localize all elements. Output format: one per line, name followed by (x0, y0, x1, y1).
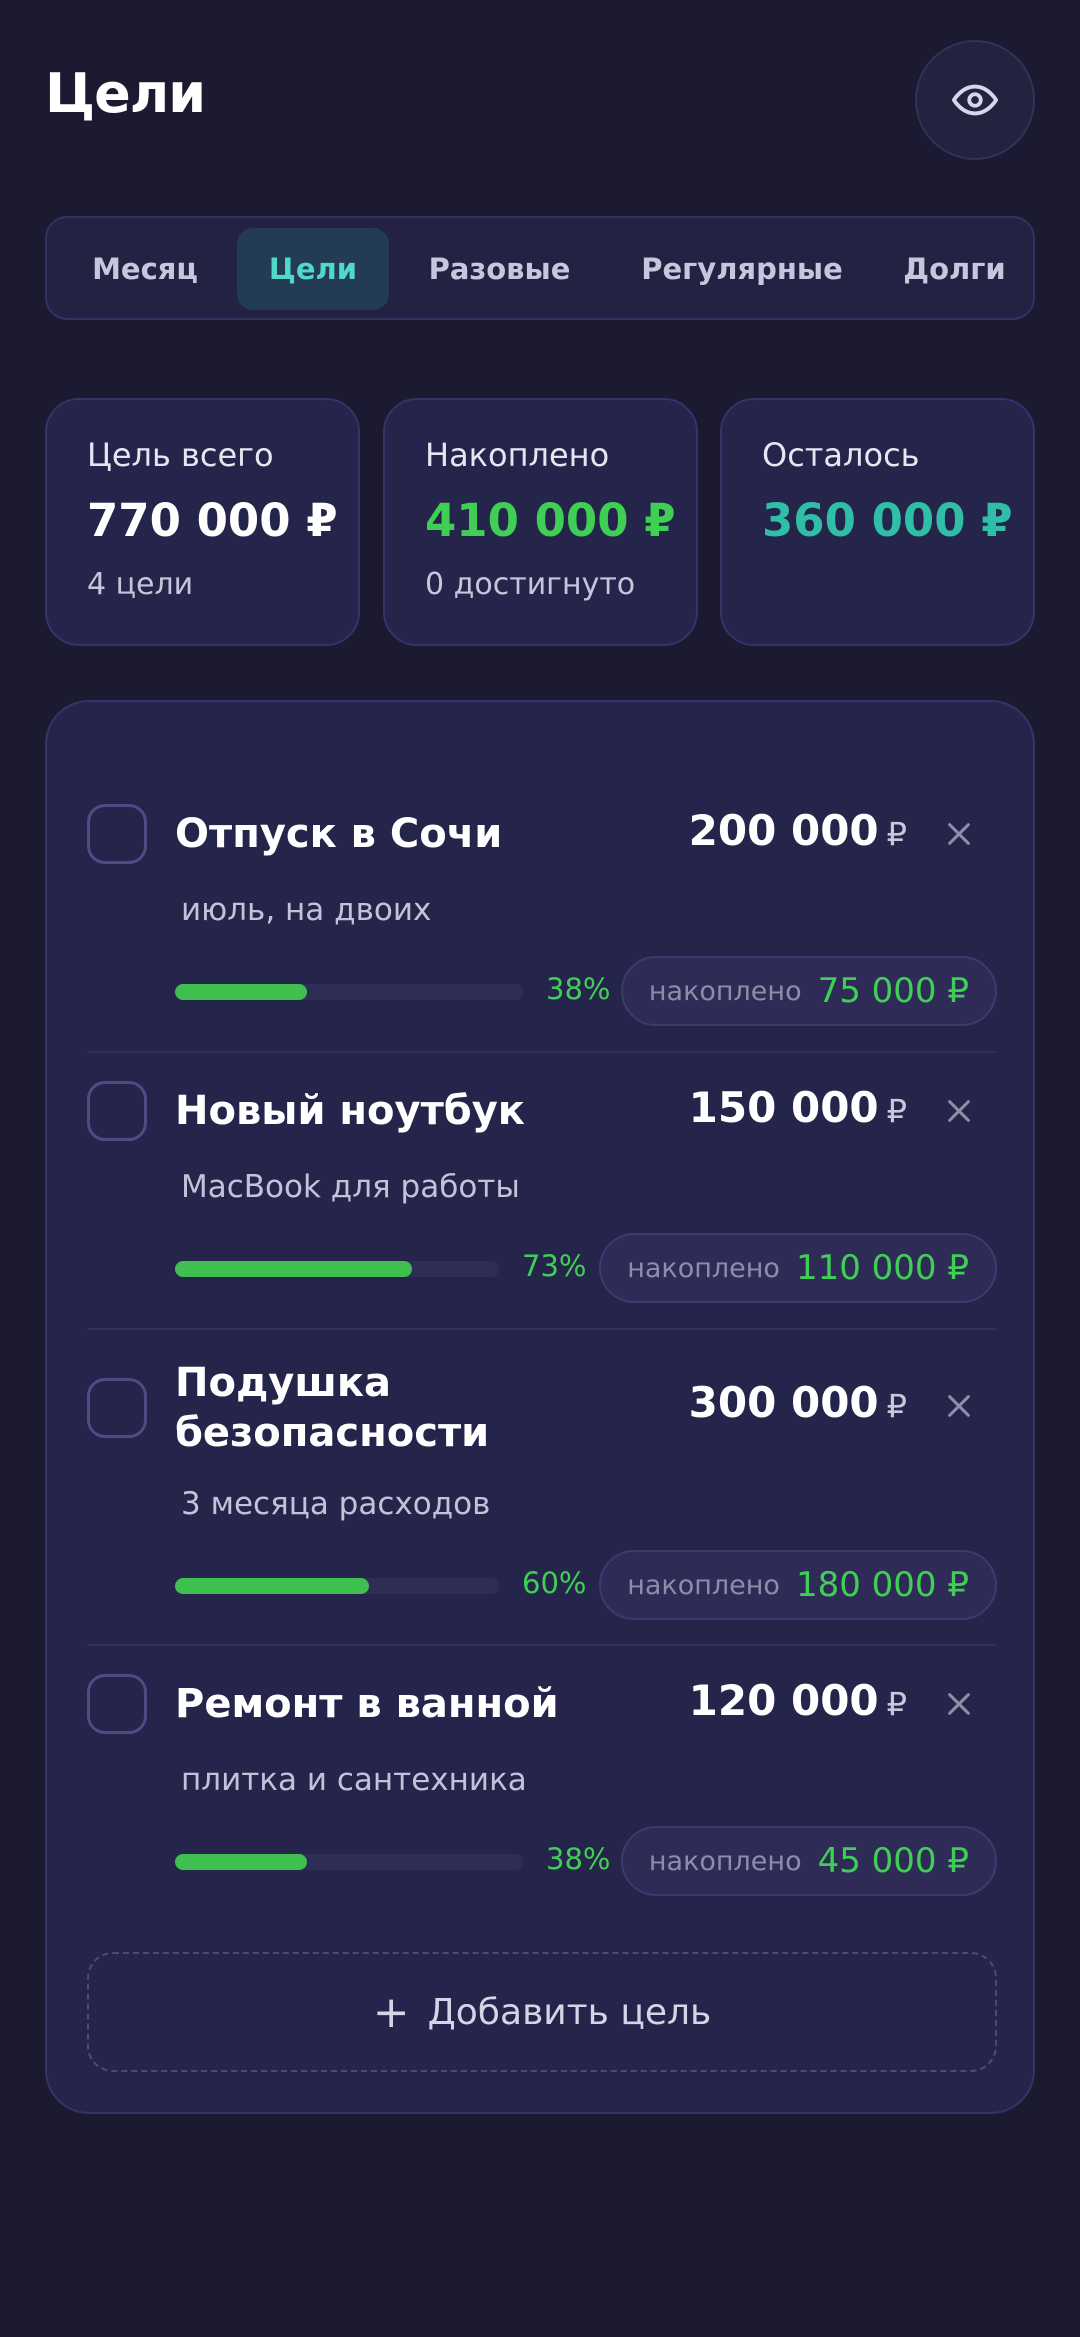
tab-bar: Месяц Цели Разовые Регулярные Долги (45, 216, 1035, 320)
goal-amount-value: 120 000 (688, 1676, 879, 1725)
saved-value: 180 000 ₽ (795, 1565, 969, 1605)
goals-list-panel: Отпуск в Сочи 200 000 ₽ июль, на двоих 38… (45, 700, 1035, 2114)
goal-currency: ₽ (886, 1387, 907, 1425)
saved-amount-pill: накоплено 110 000 ₽ (599, 1233, 997, 1303)
close-icon[interactable] (939, 1091, 979, 1131)
goal-title: Подушка безопасности (175, 1360, 490, 1456)
saved-amount-pill: накоплено 75 000 ₽ (620, 956, 997, 1026)
progress-bar (175, 984, 523, 1000)
goal-checkbox[interactable] (87, 1081, 147, 1141)
goal-amount: 150 000 ₽ (689, 1083, 907, 1132)
stat-subtext: 4 цели (87, 567, 194, 602)
saved-label: накоплено (648, 975, 802, 1007)
page-title: Цели (45, 62, 206, 125)
saved-label: накоплено (648, 1845, 802, 1877)
saved-value: 45 000 ₽ (817, 1841, 969, 1881)
close-icon[interactable] (939, 1684, 979, 1724)
goal-title: Новый ноутбук (175, 1088, 525, 1134)
tab-debts[interactable]: Долги (882, 228, 1027, 310)
progress-percent: 60% (522, 1566, 587, 1600)
goal-amount-value: 150 000 (688, 1083, 879, 1132)
stat-card-saved: Накоплено 410 000 ₽ 0 достигнуто (383, 398, 698, 646)
tab-one-time[interactable]: Разовые (412, 228, 587, 310)
stat-label: Осталось (762, 436, 920, 474)
goal-note: 3 месяца расходов (181, 1486, 491, 1522)
visibility-toggle-button[interactable] (915, 40, 1035, 160)
goal-amount: 300 000 ₽ (689, 1378, 907, 1427)
progress-fill (175, 1854, 308, 1870)
progress-percent: 38% (546, 1842, 611, 1876)
divider (87, 1051, 997, 1053)
add-goal-button[interactable]: + Добавить цель (87, 1952, 997, 2072)
add-goal-label: Добавить цель (427, 1991, 712, 2033)
progress-bar (175, 1578, 499, 1594)
tab-goals[interactable]: Цели (237, 228, 389, 310)
saved-label: накоплено (627, 1569, 780, 1601)
divider (87, 1328, 997, 1330)
saved-amount-pill: накоплено 180 000 ₽ (599, 1550, 997, 1620)
plus-icon: + (372, 1986, 410, 2038)
goal-currency: ₽ (886, 1092, 907, 1130)
progress-bar (175, 1854, 523, 1870)
goal-amount: 120 000 ₽ (689, 1676, 907, 1725)
eye-icon (952, 84, 998, 116)
saved-value: 75 000 ₽ (817, 971, 969, 1011)
stat-value: 770 000 ₽ (87, 494, 338, 547)
goal-amount-value: 200 000 (688, 806, 879, 855)
stat-value: 410 000 ₽ (425, 494, 676, 547)
stat-card-left: Осталось 360 000 ₽ (720, 398, 1035, 646)
goal-amount-value: 300 000 (688, 1378, 879, 1427)
goal-currency: ₽ (886, 1685, 907, 1723)
progress-bar (175, 1261, 499, 1277)
progress-fill (175, 1261, 412, 1277)
goal-checkbox[interactable] (87, 1674, 147, 1734)
goal-currency: ₽ (886, 815, 907, 853)
progress-fill (175, 984, 308, 1000)
goal-amount: 200 000 ₽ (689, 806, 907, 855)
tab-month[interactable]: Месяц (75, 228, 215, 310)
close-icon[interactable] (939, 814, 979, 854)
goal-checkbox[interactable] (87, 1378, 147, 1438)
saved-value: 110 000 ₽ (795, 1248, 969, 1288)
goal-note: июль, на двоих (181, 892, 432, 928)
goal-note: плитка и сантехника (181, 1762, 527, 1798)
stat-label: Цель всего (87, 436, 274, 474)
goal-title: Отпуск в Сочи (175, 811, 503, 857)
tab-recurring[interactable]: Регулярные (627, 228, 857, 310)
goals-screen: Цели Месяц Цели Разовые Регулярные Долги… (0, 0, 1080, 2337)
progress-fill (175, 1578, 370, 1594)
progress-percent: 38% (546, 972, 611, 1006)
stat-label: Накоплено (425, 436, 610, 474)
close-icon[interactable] (939, 1386, 979, 1426)
goal-note: MacBook для работы (181, 1169, 520, 1205)
progress-percent: 73% (522, 1249, 587, 1283)
stat-card-total: Цель всего 770 000 ₽ 4 цели (45, 398, 360, 646)
stat-value: 360 000 ₽ (762, 494, 1013, 547)
saved-amount-pill: накоплено 45 000 ₽ (620, 1826, 997, 1896)
goal-title: Ремонт в ванной (175, 1681, 559, 1727)
goal-checkbox[interactable] (87, 804, 147, 864)
stat-subtext: 0 достигнуто (425, 567, 636, 602)
divider (87, 1644, 997, 1646)
saved-label: накоплено (627, 1252, 780, 1284)
